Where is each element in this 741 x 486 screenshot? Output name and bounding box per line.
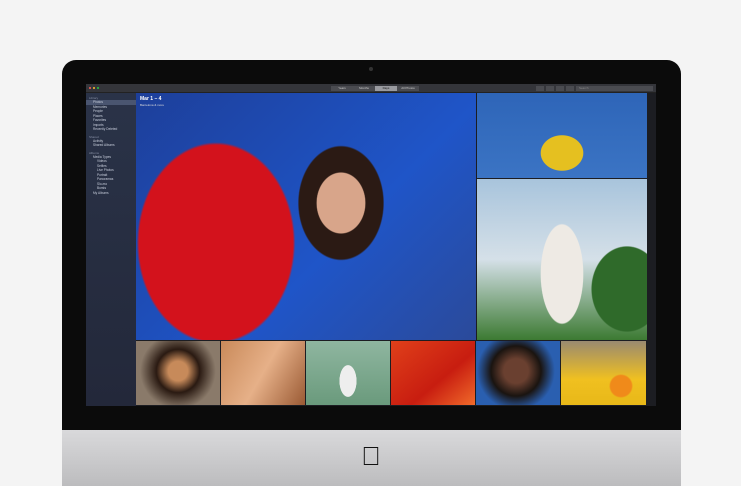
minimize-button[interactable] [93, 87, 95, 89]
close-button[interactable] [89, 87, 91, 89]
date-title: Mar 1 – 4 [140, 96, 162, 102]
info-icon[interactable] [536, 86, 544, 91]
photo-thumbnail[interactable] [221, 341, 305, 405]
tab-days[interactable]: Days [375, 86, 397, 91]
photo-white-outfit[interactable] [477, 179, 647, 340]
toolbar: Years Months Days All Photos Search [86, 84, 656, 93]
apple-logo-icon:  [359, 442, 383, 470]
favorite-icon[interactable] [556, 86, 564, 91]
photos-app-window: Years Months Days All Photos Search Libr… [86, 84, 656, 406]
tab-years[interactable]: Years [331, 86, 353, 91]
tab-months[interactable]: Months [353, 86, 375, 91]
scroll-area[interactable] [647, 93, 656, 406]
photo-thumbnail[interactable] [391, 341, 475, 405]
sidebar-item-my-albums[interactable]: My Albums [86, 191, 136, 196]
photo-hero[interactable]: Mar 1 – 4 Barcelona & more [136, 93, 476, 340]
zoom-button[interactable] [97, 87, 99, 89]
sidebar-item-shared-albums[interactable]: Shared Albums [86, 143, 136, 148]
rotate-icon[interactable] [566, 86, 574, 91]
photo-thumbnail[interactable] [561, 341, 646, 405]
photo-thumbnail[interactable] [136, 341, 220, 405]
share-icon[interactable] [546, 86, 554, 91]
tab-all-photos[interactable]: All Photos [397, 86, 419, 91]
search-input[interactable]: Search [576, 86, 653, 91]
photo-yellow-dress[interactable] [477, 93, 647, 178]
photo-thumbnail[interactable] [476, 341, 560, 405]
camera [369, 67, 373, 71]
photo-thumbnail[interactable] [306, 341, 390, 405]
sidebar: Library Photos Memories People Places Fa… [86, 93, 136, 406]
photo-grid: Mar 1 – 4 Barcelona & more [136, 93, 656, 406]
sidebar-item-recently-deleted[interactable]: Recently Deleted [86, 127, 136, 132]
location-subtitle: Barcelona & more [140, 103, 165, 107]
